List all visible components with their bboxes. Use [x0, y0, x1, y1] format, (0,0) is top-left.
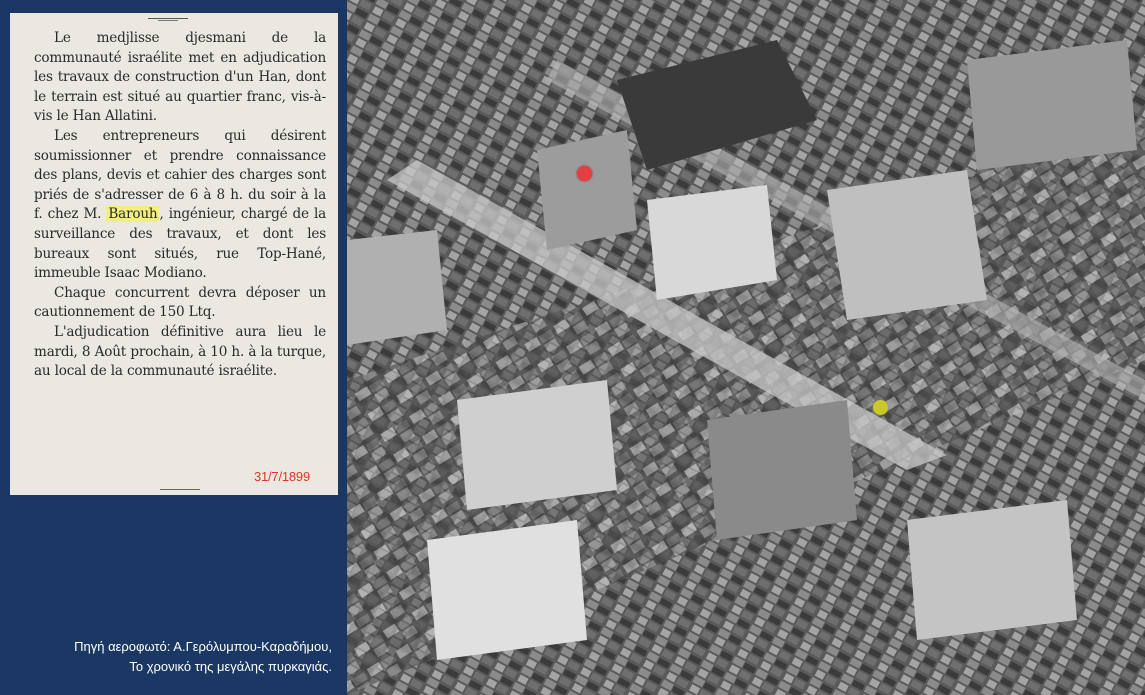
photo-source-caption: Πηγή αεροφωτό: Α.Γερόλυμπου-Καραδήμου, Τ… [10, 637, 332, 677]
caption-line-2: Το χρονικό της μεγάλης πυρκαγιάς. [129, 659, 332, 674]
paragraph-2: Les entrepreneurs qui désirent soumissio… [34, 127, 327, 282]
clipping-date: 31/7/1899 [253, 469, 310, 485]
yellow-marker [873, 400, 888, 415]
clipping-top-rule [148, 18, 188, 21]
red-marker [577, 166, 592, 181]
paragraph-1: Le medjlisse djesmani de la communauté i… [34, 30, 326, 125]
clipping-bottom-rule [160, 489, 200, 490]
newspaper-clipping: Le medjlisse djesmani de la communauté i… [10, 13, 338, 495]
left-panel: Le medjlisse djesmani de la communauté i… [0, 0, 346, 695]
aerial-photo-illustration [347, 0, 1145, 695]
paragraph-3: Chaque concurrent devra déposer un cauti… [34, 284, 326, 321]
paragraph-4: L'adjudication définitive aura lieu le m… [34, 323, 326, 380]
highlighted-name-barouh: Barouh [106, 206, 160, 223]
aerial-photograph [347, 0, 1145, 695]
caption-line-1: Πηγή αεροφωτό: Α.Γερόλυμπου-Καραδήμου, [74, 639, 332, 654]
